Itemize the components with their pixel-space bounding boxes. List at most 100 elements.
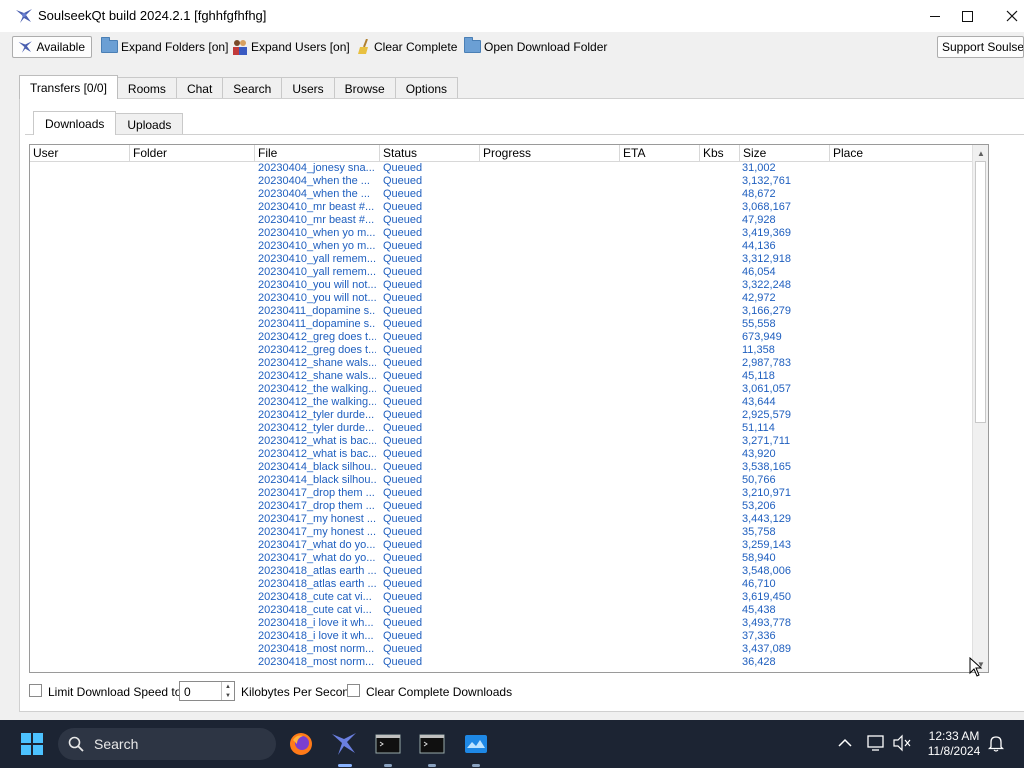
column-folder[interactable]: Folder [130,145,255,161]
window-title: SoulseekQt build 2024.2.1 [fghhfgfhfhg] [38,8,267,23]
support-soulseek-button[interactable]: Support Soulseek [937,36,1024,58]
table-row[interactable]: 20230412_greg does t... Queued 673,949 [30,331,972,344]
spin-up-icon[interactable]: ▲ [221,682,234,691]
column-place[interactable]: Place [830,145,972,161]
remote-desktop-icon[interactable] [460,728,492,760]
table-row[interactable]: 20230410_you will not... Queued 3,322,248 [30,279,972,292]
table-row[interactable]: 20230418_atlas earth ... Queued 3,548,006 [30,565,972,578]
bell-icon[interactable] [988,734,1004,752]
downloads-table: User Folder File Status Progress ETA Kbs… [29,144,989,673]
scroll-up-button[interactable]: ▲ [973,145,988,161]
table-row[interactable]: 20230410_mr beast #... Queued 3,068,167 [30,201,972,214]
table-row[interactable]: 20230412_the walking... Queued 43,644 [30,396,972,409]
expand-users-button[interactable]: Expand Users [on] [232,36,350,58]
table-row[interactable]: 20230418_i love it wh... Queued 37,336 [30,630,972,643]
table-row[interactable]: 20230410_you will not... Queued 42,972 [30,292,972,305]
terminal-icon[interactable] [372,728,404,760]
table-row[interactable]: 20230404_jonesy sna... Queued 31,002 [30,162,972,175]
table-row[interactable]: 20230410_yall remem... Queued 3,312,918 [30,253,972,266]
table-row[interactable]: 20230417_drop them ... Queued 3,210,971 [30,487,972,500]
table-row[interactable]: 20230418_cute cat vi... Queued 45,438 [30,604,972,617]
limit-speed-checkbox[interactable] [29,684,42,697]
size-cell: 35,758 [742,526,776,538]
column-kbs[interactable]: Kbs [700,145,740,161]
taskbar-search[interactable]: Search [58,728,276,760]
table-row[interactable]: 20230411_dopamine s... Queued 3,166,279 [30,305,972,318]
tab-users[interactable]: Users [281,77,335,99]
table-row[interactable]: 20230412_shane wals... Queued 2,987,783 [30,357,972,370]
table-row[interactable]: 20230417_what do yo... Queued 3,259,143 [30,539,972,552]
table-row[interactable]: 20230412_the walking... Queued 3,061,057 [30,383,972,396]
table-row[interactable]: 20230417_what do yo... Queued 58,940 [30,552,972,565]
size-cell: 3,061,057 [742,383,791,395]
firefox-icon[interactable] [285,728,317,760]
table-row[interactable]: 20230412_what is bac... Queued 43,920 [30,448,972,461]
table-row[interactable]: 20230410_when yo m... Queued 44,136 [30,240,972,253]
vertical-scrollbar[interactable]: ▲ ▼ [972,145,988,672]
table-row[interactable]: 20230410_mr beast #... Queued 47,928 [30,214,972,227]
search-label: Search [94,736,139,752]
tab-rooms[interactable]: Rooms [116,77,177,99]
table-row[interactable]: 20230404_when the ... Queued 3,132,761 [30,175,972,188]
column-user[interactable]: User [30,145,130,161]
table-row[interactable]: 20230417_my honest ... Queued 35,758 [30,526,972,539]
table-row[interactable]: 20230412_tyler durde... Queued 2,925,579 [30,409,972,422]
tab-downloads[interactable]: Downloads [33,111,117,135]
system-clock[interactable]: 12:33 AM 11/8/2024 [914,729,994,759]
scroll-thumb[interactable] [975,161,986,423]
column-size[interactable]: Size [740,145,830,161]
column-eta[interactable]: ETA [620,145,700,161]
soulseek-bird-icon[interactable] [328,728,360,760]
size-cell: 50,766 [742,474,776,486]
tab-chat[interactable]: Chat [175,77,224,99]
table-row[interactable]: 20230404_when the ... Queued 48,672 [30,188,972,201]
table-row[interactable]: 20230418_i love it wh... Queued 3,493,778 [30,617,972,630]
network-icon[interactable] [866,734,886,752]
close-button[interactable] [989,0,1024,32]
table-row[interactable]: 20230418_most norm... Queued 3,437,089 [30,643,972,656]
tab-uploads[interactable]: Uploads [115,113,184,135]
tab-browse[interactable]: Browse [333,77,396,99]
clock-time: 12:33 AM [928,729,980,743]
table-row[interactable]: 20230418_most norm... Queued 36,428 [30,656,972,669]
status-cell: Queued [383,253,423,265]
open-download-folder-button[interactable]: Open Download Folder [464,36,607,58]
column-progress[interactable]: Progress [480,145,620,161]
status-cell: Queued [383,214,423,226]
tab-options[interactable]: Options [394,77,459,99]
table-row[interactable]: 20230418_atlas earth ... Queued 46,710 [30,578,972,591]
tab-search[interactable]: Search [222,77,283,99]
clear-complete-downloads-checkbox[interactable] [347,684,360,697]
table-row[interactable]: 20230417_drop them ... Queued 53,206 [30,500,972,513]
table-row[interactable]: 20230418_cute cat vi... Queued 3,619,450 [30,591,972,604]
tab-transfers[interactable]: Transfers [0/0] [19,75,118,99]
windows-start-icon[interactable] [16,728,48,760]
table-row[interactable]: 20230412_greg does t... Queued 11,358 [30,344,972,357]
spin-down-icon[interactable]: ▼ [221,691,234,700]
table-row[interactable]: 20230414_black silhou... Queued 50,766 [30,474,972,487]
table-row[interactable]: 20230417_my honest ... Queued 3,443,129 [30,513,972,526]
speed-limit-input[interactable]: 0 ▲ ▼ [179,681,235,701]
volume-muted-icon[interactable] [892,734,912,752]
size-cell: 3,419,369 [742,227,791,239]
clear-complete-button[interactable]: Clear Complete [357,36,457,58]
size-cell: 47,928 [742,214,776,226]
status-cell: Queued [383,591,423,603]
file-cell: 20230418_most norm... [258,656,375,668]
file-cell: 20230404_jonesy sna... [258,162,375,174]
column-file[interactable]: File [255,145,380,161]
chevron-up-icon[interactable] [838,738,852,748]
available-button[interactable]: Available [12,36,92,58]
table-row[interactable]: 20230412_what is bac... Queued 3,271,711 [30,435,972,448]
maximize-button[interactable] [944,0,990,32]
table-row[interactable]: 20230411_dopamine s... Queued 55,558 [30,318,972,331]
expand-folders-button[interactable]: Expand Folders [on] [101,36,228,58]
table-row[interactable]: 20230412_tyler durde... Queued 51,114 [30,422,972,435]
table-row[interactable]: 20230410_when yo m... Queued 3,419,369 [30,227,972,240]
table-row[interactable]: 20230414_black silhou... Queued 3,538,165 [30,461,972,474]
table-row[interactable]: 20230412_shane wals... Queued 45,118 [30,370,972,383]
table-row[interactable]: 20230410_yall remem... Queued 46,054 [30,266,972,279]
column-status[interactable]: Status [380,145,480,161]
terminal-icon[interactable] [416,728,448,760]
status-cell: Queued [383,396,423,408]
